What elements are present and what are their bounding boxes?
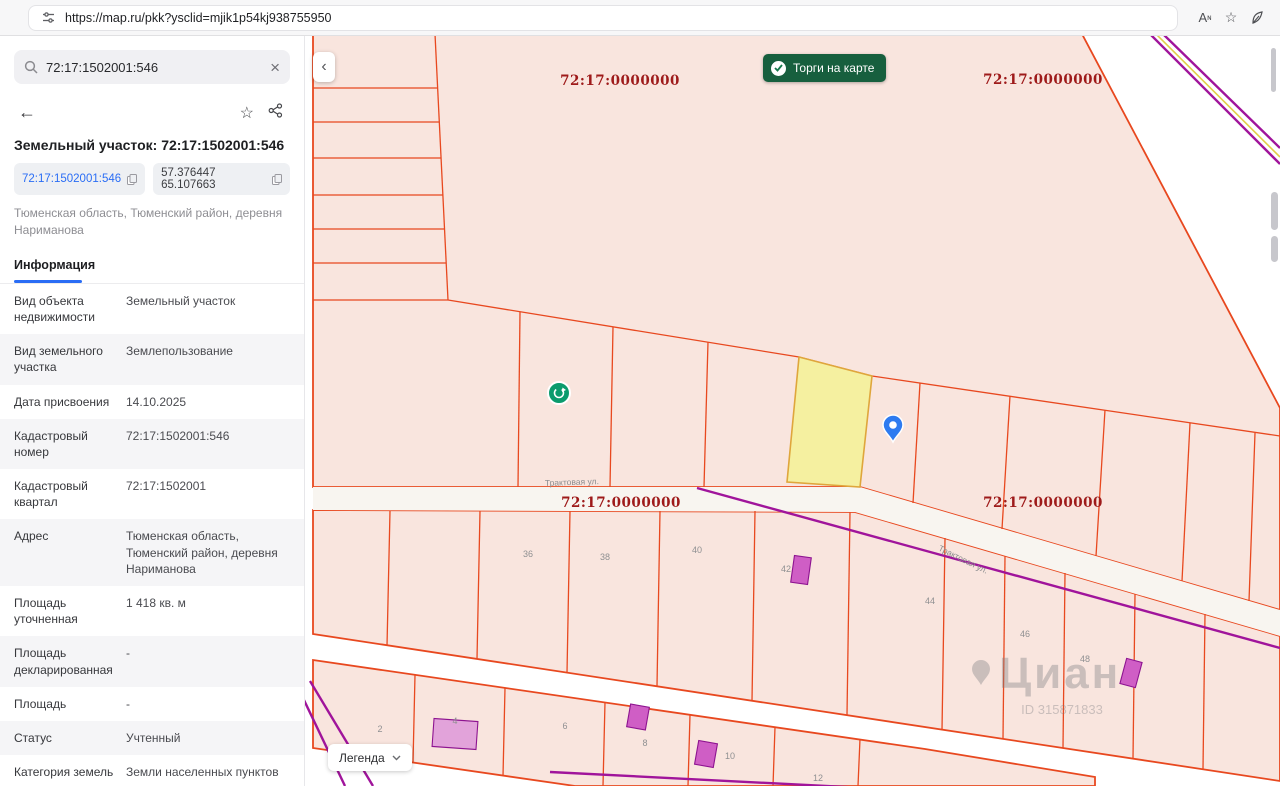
cadastral-number-chip[interactable]: 72:17:1502001:546	[14, 163, 145, 195]
table-row: Кадастровый номер72:17:1502001:546	[0, 419, 304, 469]
torgi-map-button[interactable]: Торги на карте	[763, 54, 886, 82]
table-row: Категория земельЗемли населенных пунктов	[0, 755, 304, 786]
highlighted-parcel[interactable]	[787, 357, 872, 487]
legend-button-label: Легенда	[339, 751, 385, 765]
parcel-number: 8	[642, 738, 647, 748]
parcel-number: 42	[781, 564, 791, 574]
copy-icon[interactable]	[127, 174, 137, 185]
torgi-map-button-label: Торги на карте	[793, 61, 874, 75]
object-actions-row: ← ☆	[0, 92, 304, 131]
table-row: АдресТюменская область, Тюменский район,…	[0, 519, 304, 586]
share-icon[interactable]	[261, 99, 290, 127]
auction-marker-icon[interactable]	[548, 382, 570, 404]
table-row: СтатусУчтенный	[0, 721, 304, 755]
copy-icon[interactable]	[272, 174, 282, 185]
search-input[interactable]	[46, 60, 262, 75]
watermark-brand: Циан	[999, 649, 1121, 698]
table-row: Кадастровый квартал72:17:1502001	[0, 469, 304, 519]
watermark-id: ID 315871833	[1021, 702, 1103, 717]
site-info-icon[interactable]	[39, 9, 57, 27]
object-title: Земельный участок: 72:17:1502001:546	[0, 131, 304, 161]
boundary-line-yellow	[1156, 36, 1280, 157]
table-row: Вид объекта недвижимостиЗемельный участо…	[0, 284, 304, 334]
back-button[interactable]: ←	[12, 98, 42, 127]
chevron-down-icon	[392, 755, 401, 761]
parcel-number: 12	[813, 773, 823, 783]
collapse-sidebar-button[interactable]: ‹	[313, 52, 335, 82]
clear-search-icon[interactable]: ×	[270, 59, 280, 76]
object-attributes-table: Вид объекта недвижимостиЗемельный участо…	[0, 284, 304, 786]
building	[695, 741, 718, 768]
favorites-star-icon[interactable]: ☆	[1218, 5, 1244, 31]
quarter-label: 72:17:0000000	[560, 73, 680, 89]
search-box[interactable]: ×	[14, 50, 290, 84]
address-bar[interactable]: https://map.ru/pkk?ysclid=mjik1p54kj9387…	[28, 5, 1178, 31]
parcel-number: 4	[452, 716, 457, 726]
parcel-number: 36	[523, 549, 533, 559]
object-location: Тюменская область, Тюменский район, дере…	[0, 203, 304, 248]
street-label: Трактовая ул.	[545, 476, 599, 488]
quarter-label: 72:17:0000000	[983, 72, 1103, 88]
scrollbar-thumb[interactable]	[1271, 48, 1276, 92]
check-icon	[771, 61, 786, 76]
scrollbar-thumb[interactable]	[1271, 236, 1278, 262]
table-row: Дата присвоения14.10.2025	[0, 385, 304, 419]
table-row: Площадь декларированная-	[0, 636, 304, 686]
parcel-number: 40	[692, 545, 702, 555]
tab-information[interactable]: Информация	[14, 258, 95, 280]
quarter-label: 72:17:0000000	[983, 495, 1103, 511]
legend-button[interactable]: Легенда	[328, 744, 412, 771]
parcel-number: 10	[725, 751, 735, 761]
parcel-number: 38	[600, 552, 610, 562]
parcel-number: 46	[1020, 629, 1030, 639]
browser-extension-icon[interactable]	[1244, 5, 1270, 31]
search-icon	[24, 60, 38, 74]
browser-toolbar: https://map.ru/pkk?ysclid=mjik1p54kj9387…	[0, 0, 1280, 36]
quarter-label: 72:17:0000000	[561, 495, 681, 511]
parcel-number: 6	[562, 721, 567, 731]
coordinates-chip[interactable]: 57.376447 65.107663	[153, 163, 290, 195]
info-sidebar: × ← ☆ Земельный участок: 72:17:1502001:5…	[0, 36, 305, 786]
parcel-number: 44	[925, 596, 935, 606]
read-aloud-icon[interactable]: Aɴ	[1192, 5, 1218, 31]
cadastral-map[interactable]: 72:17:0000000 72:17:0000000 72:17:000000…	[305, 36, 1280, 786]
table-row: Вид земельного участкаЗемлепользование	[0, 334, 304, 384]
building	[791, 555, 812, 584]
parcel-number: 2	[377, 724, 382, 734]
building	[627, 704, 650, 730]
url-text[interactable]: https://map.ru/pkk?ysclid=mjik1p54kj9387…	[65, 11, 331, 25]
scrollbar-thumb[interactable]	[1271, 192, 1278, 230]
map-canvas[interactable]: 72:17:0000000 72:17:0000000 72:17:000000…	[305, 36, 1280, 786]
table-row: Площадь-	[0, 687, 304, 721]
favorite-object-icon[interactable]: ☆	[233, 99, 261, 127]
table-row: Площадь уточненная1 418 кв. м	[0, 586, 304, 636]
